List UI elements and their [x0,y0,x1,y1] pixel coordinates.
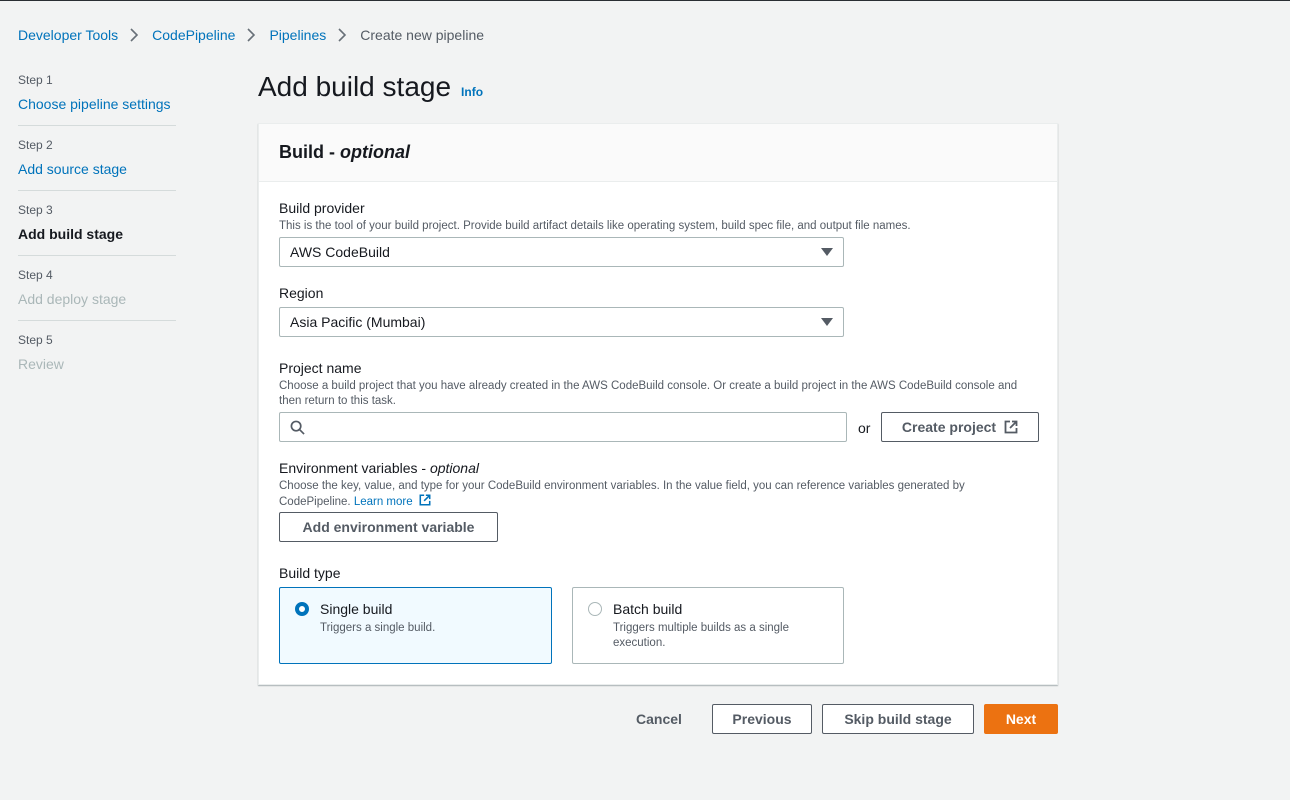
step-number: Step 4 [18,268,53,282]
env-vars-label: Environment variables - optional [279,460,1039,476]
page-title: Add build stage Info [258,71,483,103]
info-link[interactable]: Info [461,85,483,99]
create-project-label: Create project [901,419,997,435]
create-project-button[interactable]: Create project [881,412,1039,442]
previous-button[interactable]: Previous [712,704,812,734]
radio-title: Batch build [613,601,683,617]
panel-title-optional: optional [340,142,410,162]
env-vars-field: Environment variables - optional Choose … [279,460,1039,510]
cancel-button[interactable]: Cancel [620,704,698,734]
next-button[interactable]: Next [984,704,1058,734]
wizard-steps-nav: Step 1 Choose pipeline settings Step 2 A… [18,73,176,397]
project-search-box[interactable] [279,412,847,442]
build-provider-field: Build provider This is the tool of your … [279,200,911,234]
breadcrumb: Developer Tools CodePipeline Pipelines C… [18,27,484,43]
project-name-label: Project name [279,360,362,376]
breadcrumb-developer-tools[interactable]: Developer Tools [18,27,118,43]
env-vars-label-optional: optional [429,460,479,476]
page-title-text: Add build stage [258,71,452,102]
or-text: or [858,420,871,436]
breadcrumb-codepipeline[interactable]: CodePipeline [152,27,235,43]
wizard-step-4: Step 4 Add deploy stage [18,268,176,321]
region-select[interactable]: Asia Pacific (Mumbai) [279,307,844,337]
region-label: Region [279,285,324,301]
external-link-icon [1004,420,1018,434]
env-vars-label-text: Environment variables - [279,460,430,476]
learn-more-label: Learn more [353,496,413,508]
breadcrumb-pipelines[interactable]: Pipelines [269,27,326,43]
step-link-choose-pipeline-settings[interactable]: Choose pipeline settings [18,95,176,113]
add-environment-variable-button[interactable]: Add environment variable [279,512,498,542]
step-disabled-review: Review [18,356,64,372]
project-search-input[interactable] [313,414,846,440]
radio-button[interactable] [588,602,602,616]
project-name-desc: Choose a build project that you have alr… [279,380,1018,407]
build-type-batch-option[interactable]: Batch build Triggers multiple builds as … [572,587,844,664]
wizard-step-1: Step 1 Choose pipeline settings [18,73,176,126]
radio-button-selected[interactable] [295,602,309,616]
build-type-label: Build type [279,565,341,581]
build-provider-value: AWS CodeBuild [290,244,390,260]
search-icon [290,420,305,435]
build-panel: Build - optional Build provider This is … [258,123,1058,685]
step-number: Step 5 [18,333,53,347]
radio-desc: Triggers multiple builds as a single exe… [613,622,789,649]
region-field: Region [279,285,323,304]
breadcrumb-current: Create new pipeline [360,27,485,43]
build-type-single-option[interactable]: Single build Triggers a single build. [279,587,552,664]
radio-title: Single build [320,601,393,617]
chevron-right-icon [122,27,148,43]
external-link-icon [419,494,431,506]
wizard-step-5: Step 5 Review [18,333,176,385]
chevron-right-icon [239,27,265,43]
panel-title: Build - [279,142,340,162]
skip-build-stage-button[interactable]: Skip build stage [822,704,974,734]
env-vars-desc: Choose the key, value, and type for your… [279,479,1039,510]
chevron-right-icon [330,27,356,43]
project-name-field: Project name Choose a build project that… [279,360,1039,409]
step-link-add-source-stage[interactable]: Add source stage [18,160,176,178]
caret-down-icon [821,318,833,326]
step-number: Step 3 [18,203,53,217]
build-provider-desc: This is the tool of your build project. … [279,220,911,232]
learn-more-link[interactable]: Learn more [353,494,431,508]
build-provider-label: Build provider [279,200,365,216]
wizard-step-2: Step 2 Add source stage [18,138,176,191]
caret-down-icon [821,248,833,256]
build-type-field: Build type [279,565,340,584]
panel-header: Build - optional [259,124,1057,182]
step-disabled-add-deploy-stage: Add deploy stage [18,291,127,307]
radio-desc: Triggers a single build. [320,622,436,634]
wizard-step-3: Step 3 Add build stage [18,203,176,256]
step-current-add-build-stage: Add build stage [18,226,123,242]
step-number: Step 2 [18,138,53,152]
step-number: Step 1 [18,73,53,87]
build-provider-select[interactable]: AWS CodeBuild [279,237,844,267]
region-value: Asia Pacific (Mumbai) [290,314,426,330]
